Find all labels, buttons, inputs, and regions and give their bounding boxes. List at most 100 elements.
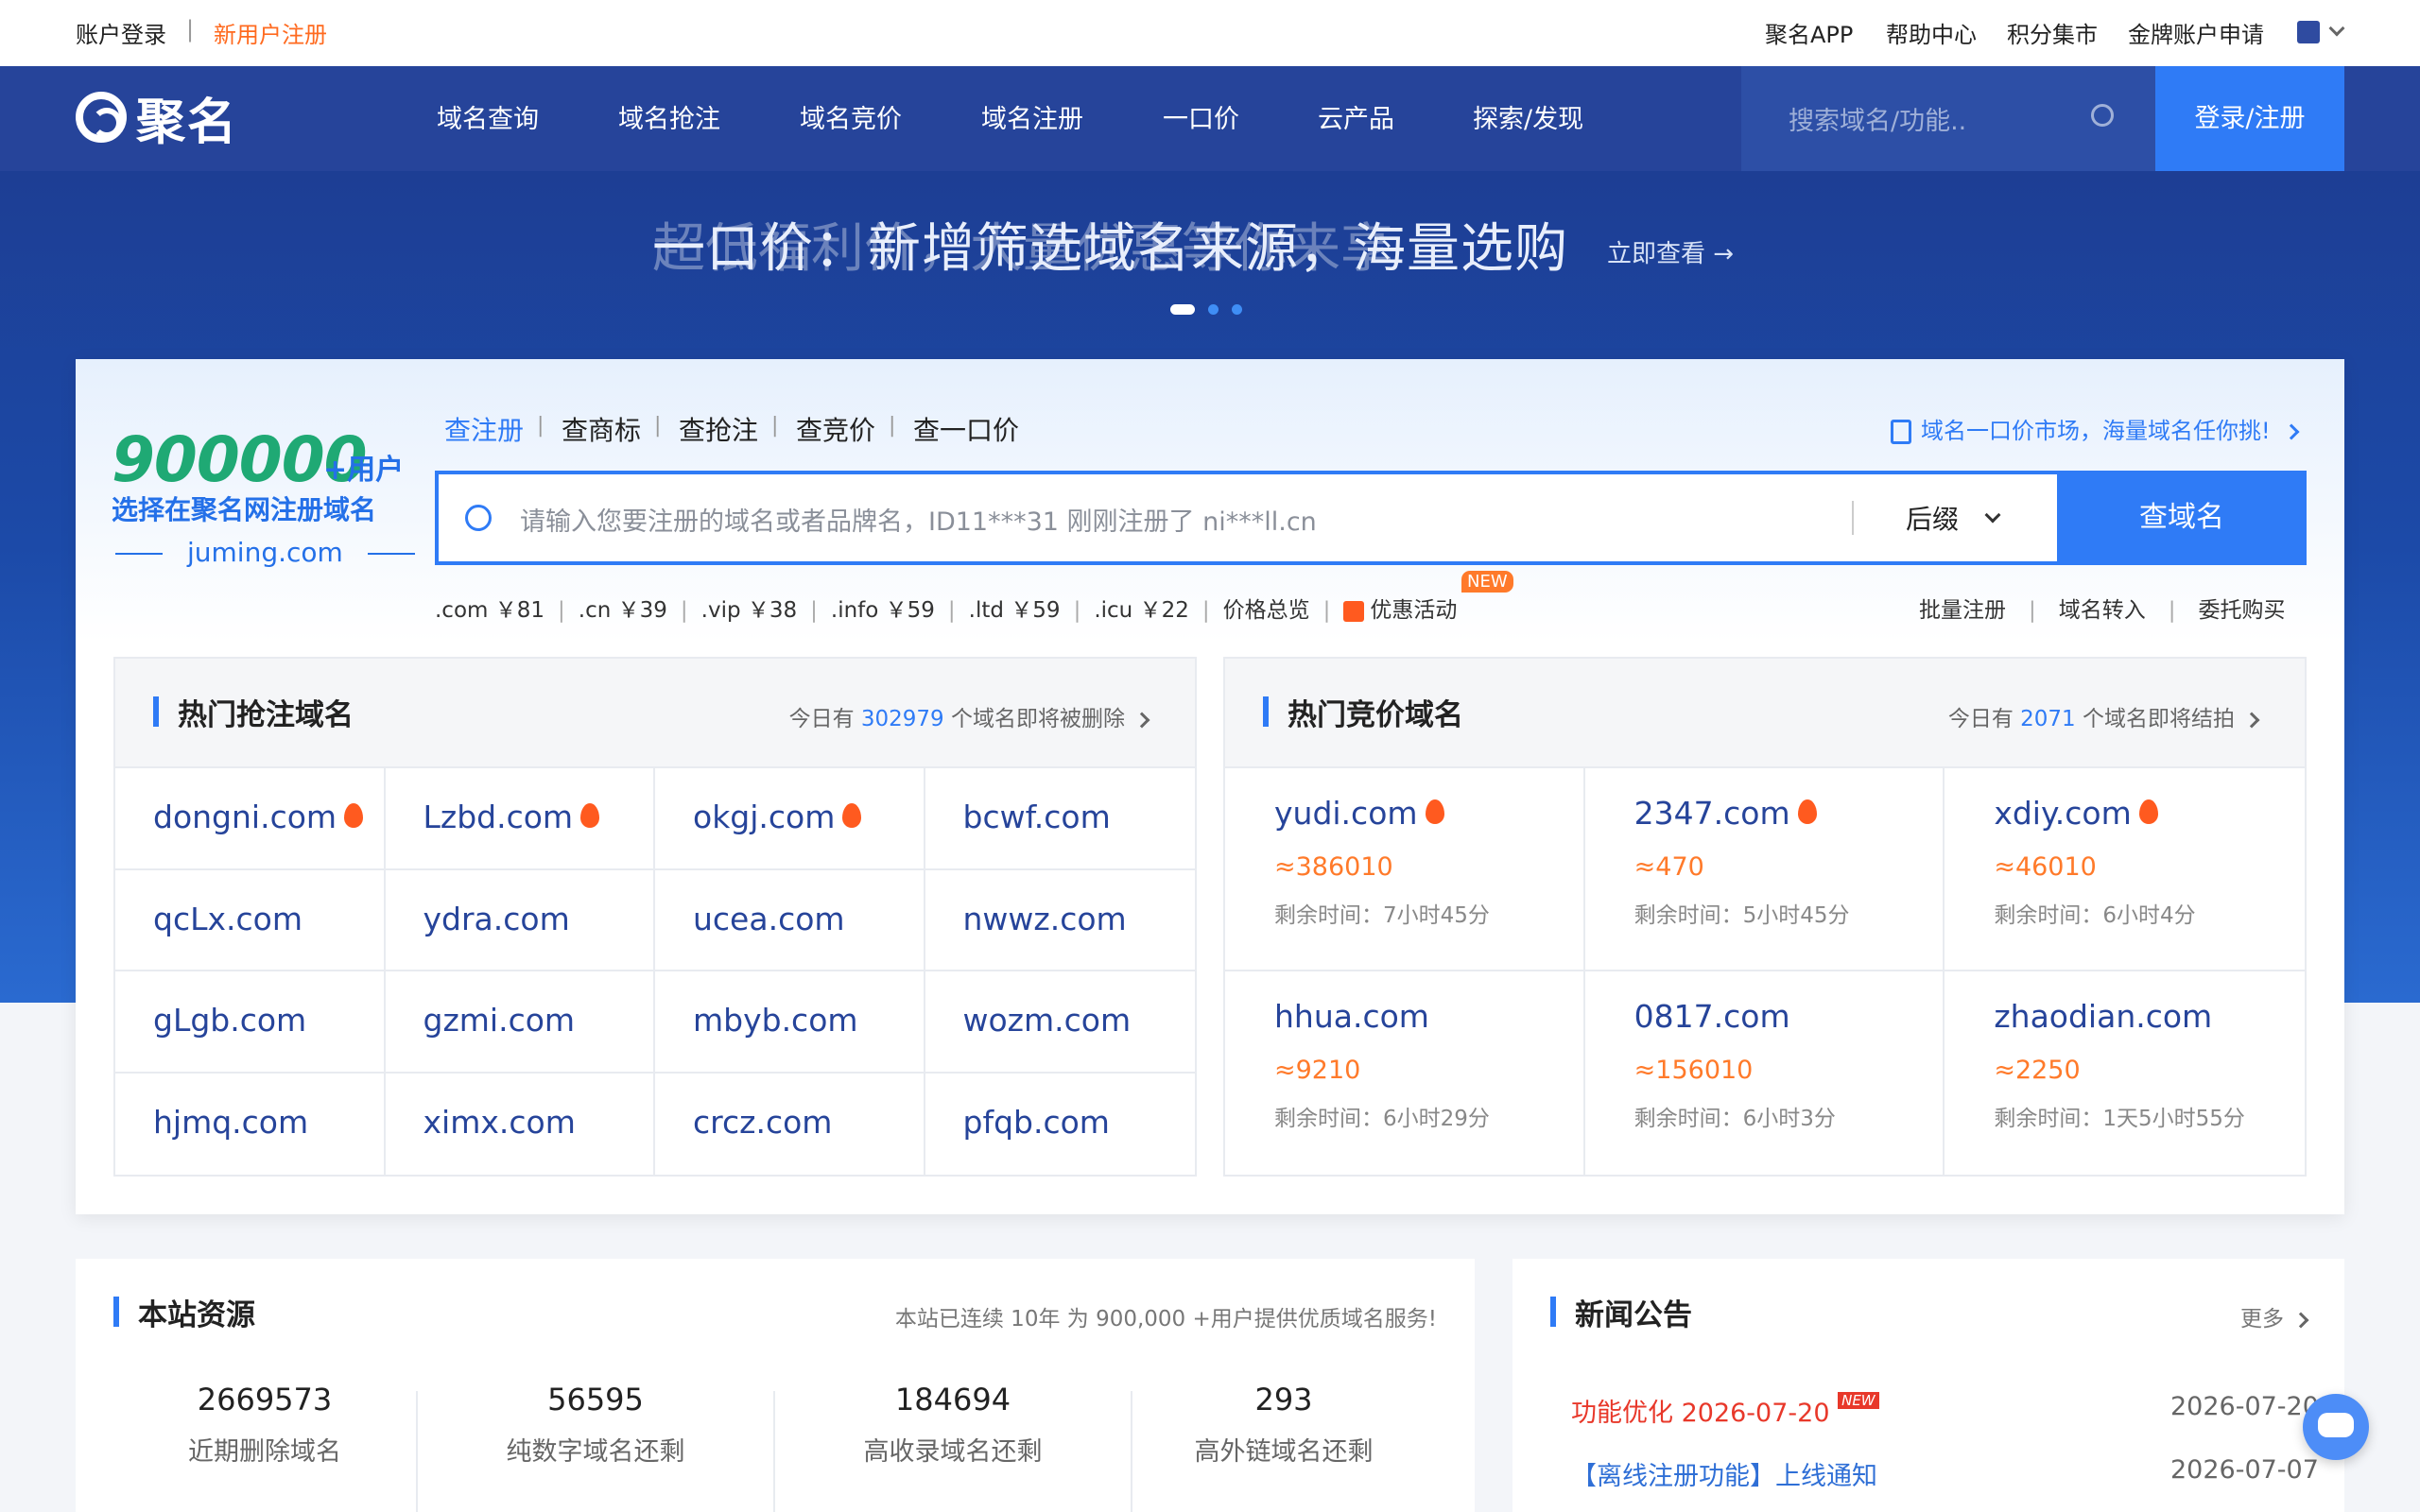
theme-switch-icon[interactable]	[2297, 21, 2320, 43]
nav-domain-auction[interactable]: 域名竞价	[800, 98, 902, 135]
points-market-link[interactable]: 积分集市	[2007, 16, 2098, 49]
register-link[interactable]: 新用户注册	[214, 16, 327, 49]
chevron-right-icon	[2243, 712, 2260, 728]
nav-search-input[interactable]: 搜索域名/功能..	[1741, 66, 2155, 171]
price-vip[interactable]: .vip ￥38	[701, 598, 798, 623]
chevron-down-icon[interactable]	[2328, 20, 2345, 37]
suffix-select[interactable]: 后缀	[1906, 499, 2001, 537]
auction-time-left: 剩余时间：6小时3分	[1634, 1107, 1836, 1131]
snap-domain-cell[interactable]: Lzbd.com	[385, 768, 655, 870]
user-count-subtitle: 选择在聚名网注册域名	[112, 494, 377, 525]
login-register-button[interactable]: 登录/注册	[2155, 66, 2344, 171]
site-logo[interactable]: 聚名	[76, 89, 238, 151]
gold-account-link[interactable]: 金牌账户申请	[2128, 16, 2264, 49]
price-info[interactable]: .info ￥59	[831, 598, 935, 623]
nav-cloud[interactable]: 云产品	[1318, 98, 1394, 135]
stat-divider	[773, 1391, 775, 1512]
document-icon	[1891, 420, 1911, 444]
snap-domain-cell[interactable]: gLgb.com	[115, 971, 386, 1074]
auction-time-left: 剩余时间：5小时45分	[1634, 903, 1850, 928]
price-ltd[interactable]: .ltd ￥59	[969, 598, 1061, 623]
tab-check-trademark[interactable]: 查商标	[562, 410, 641, 448]
snap-domain-cell[interactable]: crcz.com	[655, 1073, 925, 1175]
auction-cell[interactable]: hhua.com ≈9210 剩余时间：6小时29分	[1225, 971, 1585, 1175]
resources-meta: 本站已连续 10年 为 900,000 +用户提供优质域名服务!	[894, 1307, 1437, 1332]
search-icon	[465, 505, 492, 531]
domain-search-input[interactable]: 请输入您要注册的域名或者品牌名，ID11***31 刚刚注册了 ni***ll.…	[435, 471, 2307, 565]
stat-indexed[interactable]: 184694 高收录域名还剩	[792, 1382, 1114, 1468]
stat-deleted[interactable]: 2669573 近期删除域名	[104, 1382, 425, 1468]
stat-backlinks[interactable]: 293 高外链域名还剩	[1123, 1382, 1444, 1468]
auction-cell[interactable]: xdiy.com ≈46010 剩余时间：6小时4分	[1945, 768, 2305, 971]
snap-domain-cell[interactable]: hjmq.com	[115, 1073, 386, 1175]
news-item[interactable]: 【离线注册功能】上线通知	[1571, 1455, 1877, 1492]
hot-auction-meta[interactable]: 今日有 2071 个域名即将结拍	[1948, 700, 2260, 732]
hero-view-link[interactable]: 立即查看 →	[1607, 234, 1734, 269]
nav-explore[interactable]: 探索/发现	[1473, 98, 1583, 135]
hot-auction-header: 热门竞价域名 今日有 2071 个域名即将结拍	[1225, 659, 2305, 768]
tab-separator: |	[889, 414, 896, 438]
auction-cell[interactable]: 2347.com ≈470 剩余时间：5小时45分	[1584, 768, 1945, 971]
entrusted-purchase-link[interactable]: 委托购买	[2199, 598, 2286, 623]
news-item[interactable]: 功能优化 2026-07-20 NEW	[1571, 1392, 1879, 1429]
snap-domain-cell[interactable]: okgj.com	[655, 768, 925, 870]
carousel-dot[interactable]	[1232, 304, 1242, 315]
carousel-dot[interactable]	[1170, 304, 1195, 315]
fixed-price-market-link[interactable]: 域名一口价市场，海量域名任你挑!	[1891, 412, 2300, 445]
stat-numeric[interactable]: 56595 纯数字域名还剩	[435, 1382, 756, 1468]
hot-snap-meta[interactable]: 今日有 302979 个域名即将被删除	[789, 700, 1150, 732]
stat-label: 近期删除域名	[188, 1437, 341, 1467]
snap-domain-cell[interactable]: nwwz.com	[925, 870, 1195, 971]
search-domain-button[interactable]: 查域名	[2057, 471, 2307, 565]
bulk-register-link[interactable]: 批量注册	[1919, 598, 2006, 623]
hot-auction-grid: yudi.com ≈386010 剩余时间：7小时45分 2347.com ≈470 剩…	[1225, 768, 2305, 1175]
snap-domain-cell[interactable]: gzmi.com	[385, 971, 655, 1074]
tab-check-register[interactable]: 查注册	[444, 410, 524, 448]
snap-domain-cell[interactable]: ydra.com	[385, 869, 655, 971]
login-link[interactable]: 账户登录	[76, 16, 166, 49]
snap-domain-cell[interactable]: dongni.com	[115, 768, 386, 870]
snap-domain-cell[interactable]: ximx.com	[386, 1073, 655, 1175]
nav-fixed-price[interactable]: 一口价	[1163, 98, 1239, 135]
price-com[interactable]: .com ￥81	[435, 598, 544, 623]
stat-label: 高外链域名还剩	[1194, 1437, 1374, 1467]
fire-icon	[580, 802, 600, 828]
hot-snap-header: 热门抢注域名 今日有 302979 个域名即将被删除	[115, 659, 1195, 768]
nav-domain-snap[interactable]: 域名抢注	[618, 98, 720, 135]
price-cn[interactable]: .cn ￥39	[579, 598, 667, 623]
search-icon[interactable]	[2091, 104, 2114, 127]
tab-check-snap[interactable]: 查抢注	[679, 410, 758, 448]
chevron-right-icon	[2292, 1312, 2309, 1328]
nav-domain-query[interactable]: 域名查询	[437, 98, 539, 135]
carousel-dot[interactable]	[1208, 304, 1219, 315]
tab-check-auction[interactable]: 查竞价	[796, 410, 875, 448]
domain-name: Lzbd.com	[423, 799, 574, 835]
snap-domain-cell[interactable]: bcwf.com	[925, 768, 1195, 870]
carousel-dots	[1170, 304, 1242, 315]
domain-transfer-link[interactable]: 域名转入	[2059, 598, 2146, 623]
snap-domain-cell[interactable]: wozm.com	[925, 971, 1195, 1074]
auction-cell[interactable]: zhaodian.com ≈2250 剩余时间：1天5小时55分	[1945, 971, 2305, 1175]
auction-cell[interactable]: 0817.com ≈156010 剩余时间：6小时3分	[1585, 971, 1945, 1175]
fire-icon	[1797, 799, 1817, 824]
chevron-down-icon	[1984, 507, 2001, 524]
gift-icon	[1343, 600, 1365, 622]
auction-domain-name: 2347.com	[1634, 795, 1790, 832]
nav-domain-register[interactable]: 域名注册	[981, 98, 1083, 135]
price-icu[interactable]: .icu ￥22	[1094, 598, 1189, 623]
snap-domain-cell[interactable]: pfqb.com	[925, 1074, 1196, 1176]
price-overview-link[interactable]: 价格总览	[1223, 598, 1310, 623]
snap-domain-cell[interactable]: mbyb.com	[655, 971, 925, 1074]
auction-cell[interactable]: yudi.com ≈386010 剩余时间：7小时45分	[1225, 768, 1585, 971]
app-link[interactable]: 聚名APP	[1765, 16, 1853, 49]
snap-domain-cell[interactable]: qcLx.com	[115, 869, 386, 971]
promotion-link[interactable]: 优惠活动	[1370, 598, 1457, 623]
snap-domain-cell[interactable]: ucea.com	[655, 869, 925, 971]
fire-icon	[344, 802, 364, 828]
news-more-link[interactable]: 更多	[2240, 1300, 2309, 1332]
chat-support-icon[interactable]	[2303, 1394, 2369, 1460]
help-center-link[interactable]: 帮助中心	[1886, 16, 1977, 49]
stat-label: 纯数字域名还剩	[506, 1437, 685, 1467]
news-item-title: 功能优化 2026-07-20	[1571, 1399, 1830, 1428]
tab-check-fixed-price[interactable]: 查一口价	[913, 410, 1019, 448]
